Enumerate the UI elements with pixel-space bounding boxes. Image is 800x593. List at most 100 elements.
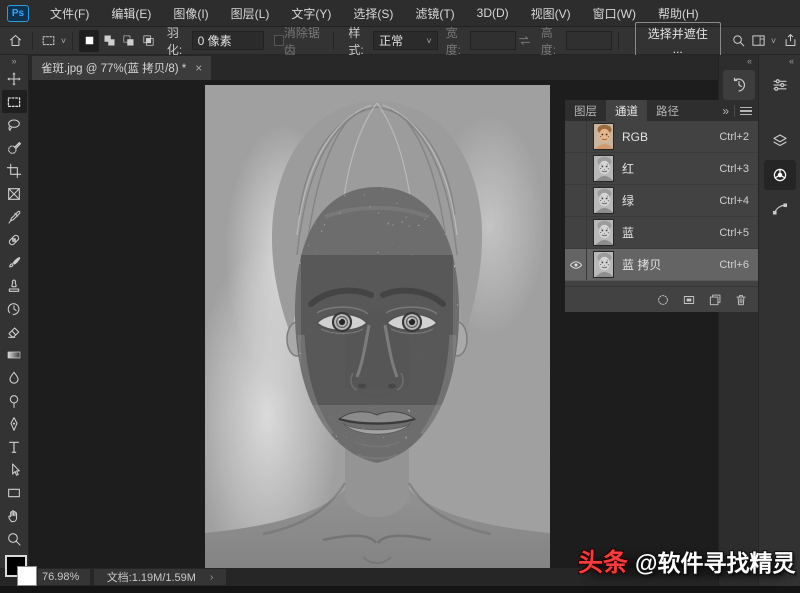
document-tab-title: 雀斑.jpg @ 77%(蓝 拷贝/8) * <box>41 60 186 76</box>
menu-item-1[interactable]: 编辑(E) <box>100 0 162 27</box>
rect-marquee-tool[interactable] <box>2 90 27 113</box>
dodge-tool[interactable] <box>2 389 27 412</box>
add-to-selection-icon[interactable] <box>99 30 119 52</box>
paths-panel-icon[interactable] <box>764 194 796 224</box>
move-tool[interactable] <box>2 67 27 90</box>
style-value: 正常 <box>379 32 403 49</box>
separator <box>333 32 334 50</box>
menu-item-3[interactable]: 图层(L) <box>220 0 281 27</box>
select-and-mask-button[interactable]: 选择并遮住 ... <box>635 22 721 59</box>
workspace-icon[interactable] <box>749 30 769 52</box>
brush-tool[interactable] <box>2 251 27 274</box>
layers-panel-icon[interactable] <box>764 126 796 156</box>
channel-name: 绿 <box>622 192 719 209</box>
tools-panel: » ··· <box>0 55 29 586</box>
channel-row-0[interactable]: RGBCtrl+2 <box>565 121 758 153</box>
panel-menu-icon[interactable] <box>740 107 752 115</box>
menu-item-0[interactable]: 文件(F) <box>39 0 100 27</box>
history-brush-tool[interactable] <box>2 297 27 320</box>
channel-row-3[interactable]: 蓝Ctrl+5 <box>565 217 758 249</box>
visibility-toggle[interactable] <box>565 217 587 248</box>
channel-row-2[interactable]: 绿Ctrl+4 <box>565 185 758 217</box>
watermark: 头条 @软件寻找精灵 <box>578 543 795 579</box>
new-channel-icon[interactable] <box>708 293 722 307</box>
document-tab-bar: 雀斑.jpg @ 77%(蓝 拷贝/8) * × <box>29 55 718 80</box>
zoom-tool[interactable] <box>2 527 27 550</box>
quick-selection-tool[interactable] <box>2 136 27 159</box>
shape-tool[interactable] <box>2 481 27 504</box>
type-tool[interactable] <box>2 435 27 458</box>
window-edge <box>0 586 800 593</box>
subtract-from-selection-icon[interactable] <box>119 30 139 52</box>
path-selection-tool[interactable] <box>2 458 27 481</box>
intersect-selection-icon[interactable] <box>139 30 159 52</box>
channels-panel: 图层 通道 路径 » RGBCtrl+2红Ctrl+3绿Ctrl+4蓝Ctrl+… <box>565 100 758 312</box>
hand-tool[interactable] <box>2 504 27 527</box>
document-tab[interactable]: 雀斑.jpg @ 77%(蓝 拷贝/8) * × <box>32 56 211 80</box>
chevron-down-icon[interactable]: ˅ <box>61 36 66 46</box>
swap-dimensions-icon[interactable] <box>516 30 532 52</box>
visibility-toggle[interactable] <box>565 185 587 216</box>
tab-paths[interactable]: 路径 <box>647 100 688 121</box>
document-info[interactable]: 文档:1.19M/1.59M › <box>94 569 226 585</box>
tab-layers[interactable]: 图层 <box>565 100 606 121</box>
search-icon[interactable] <box>729 30 749 52</box>
save-selection-icon[interactable] <box>682 293 696 307</box>
collapse-tools-icon[interactable]: » <box>0 55 28 67</box>
properties-panel-icon[interactable] <box>764 70 796 100</box>
tab-channels[interactable]: 通道 <box>606 100 647 121</box>
frame-tool[interactable] <box>2 182 27 205</box>
share-icon[interactable] <box>780 30 800 52</box>
channel-shortcut: Ctrl+2 <box>719 131 749 143</box>
load-selection-icon[interactable] <box>656 293 670 307</box>
channel-name: 红 <box>622 160 719 177</box>
width-input[interactable] <box>470 31 516 50</box>
pen-tool[interactable] <box>2 412 27 435</box>
panel-dock-primary: « <box>758 55 800 586</box>
separator <box>72 32 73 50</box>
feather-label: 羽化: <box>167 24 192 58</box>
channel-shortcut: Ctrl+4 <box>719 195 749 207</box>
clone-stamp-tool[interactable] <box>2 274 27 297</box>
expand-panel-icon[interactable]: » <box>722 104 729 118</box>
channels-panel-icon[interactable] <box>764 160 796 190</box>
antialias-checkbox[interactable] <box>274 35 284 46</box>
new-selection-icon[interactable] <box>79 30 99 52</box>
channel-row-4[interactable]: 蓝 拷贝Ctrl+6 <box>565 249 758 281</box>
channel-shortcut: Ctrl+3 <box>719 163 749 175</box>
chevron-down-icon[interactable]: ˅ <box>771 36 776 46</box>
zoom-level-field[interactable]: 76.98% <box>38 569 90 585</box>
document-size-text: 文档:1.19M/1.59M <box>107 569 196 585</box>
lasso-tool[interactable] <box>2 113 27 136</box>
status-chevron-icon[interactable]: › <box>210 572 213 583</box>
visibility-toggle[interactable] <box>565 153 587 184</box>
crop-tool[interactable] <box>2 159 27 182</box>
visibility-toggle-eye-icon[interactable] <box>565 249 587 280</box>
antialias-label: 消除锯齿 <box>284 24 328 58</box>
gradient-tool[interactable] <box>2 343 27 366</box>
visibility-toggle[interactable] <box>565 121 587 152</box>
background-color-swatch[interactable] <box>17 566 37 586</box>
watermark-handle: @软件寻找精灵 <box>635 544 795 578</box>
channel-thumbnail <box>593 187 614 214</box>
style-select[interactable]: 正常 ˅ <box>373 31 438 50</box>
healing-brush-tool[interactable] <box>2 228 27 251</box>
close-icon[interactable]: × <box>195 61 202 75</box>
home-icon[interactable] <box>6 30 26 52</box>
eyedropper-tool[interactable] <box>2 205 27 228</box>
channel-list: RGBCtrl+2红Ctrl+3绿Ctrl+4蓝Ctrl+5蓝 拷贝Ctrl+6 <box>565 121 758 286</box>
collapse-dock-icon[interactable]: « <box>759 55 800 68</box>
menu-item-7[interactable]: 3D(D) <box>466 0 520 27</box>
blur-tool[interactable] <box>2 366 27 389</box>
eraser-tool[interactable] <box>2 320 27 343</box>
delete-channel-icon[interactable] <box>734 293 748 307</box>
menu-items: 文件(F)编辑(E)图像(I)图层(L)文字(Y)选择(S)滤镜(T)3D(D)… <box>39 0 710 27</box>
photoshop-logo: Ps <box>7 5 29 22</box>
collapse-dock-icon[interactable]: « <box>719 55 758 68</box>
channel-thumbnail <box>593 251 614 278</box>
history-panel-icon[interactable] <box>723 70 755 100</box>
channel-row-1[interactable]: 红Ctrl+3 <box>565 153 758 185</box>
active-tool-preset-icon[interactable] <box>39 30 59 52</box>
height-input[interactable] <box>566 31 612 50</box>
feather-input[interactable] <box>192 31 264 50</box>
